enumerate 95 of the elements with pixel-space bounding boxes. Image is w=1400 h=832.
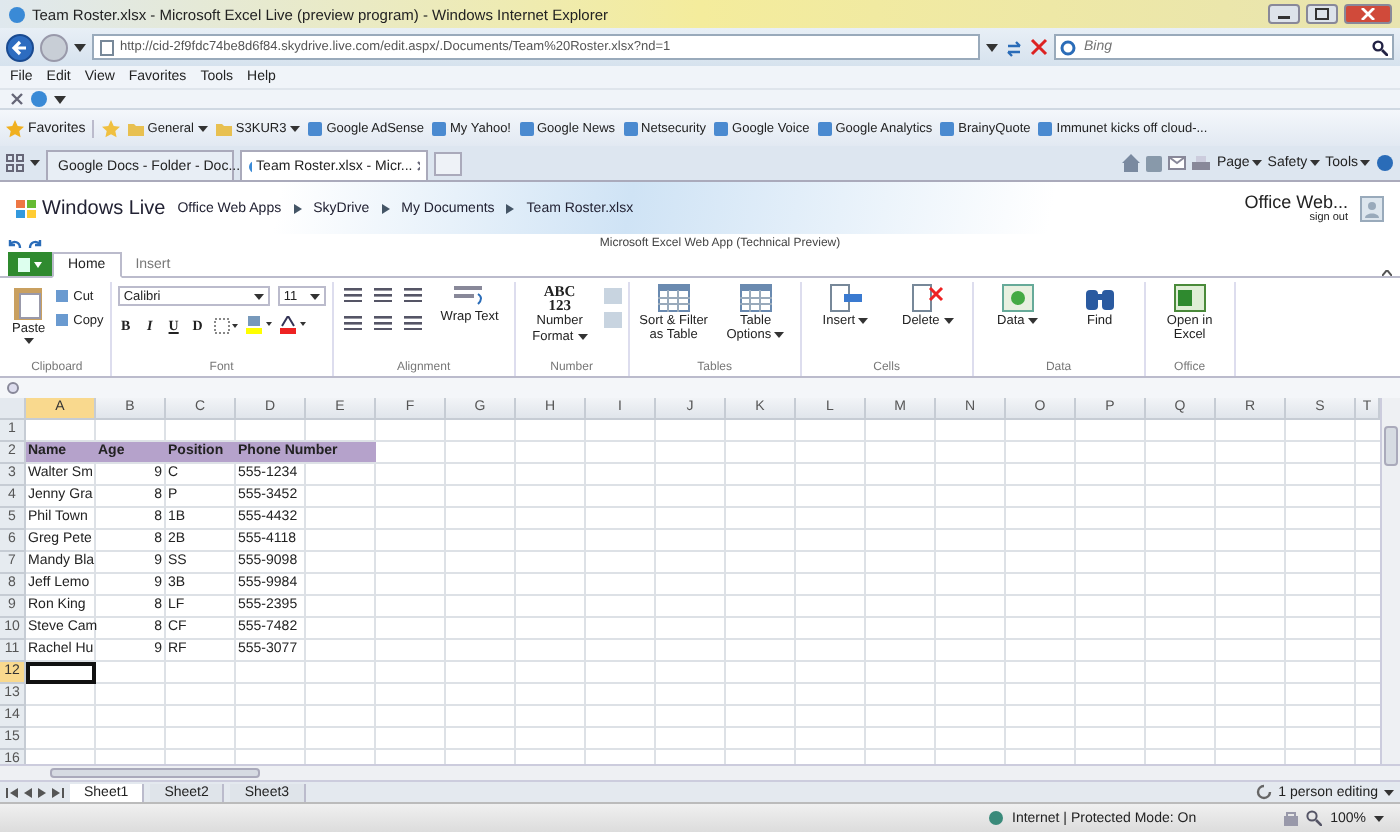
minimize-button[interactable] bbox=[1268, 4, 1300, 24]
caret-icon bbox=[1251, 160, 1262, 166]
caret-icon bbox=[774, 332, 785, 339]
close-icon[interactable] bbox=[10, 92, 24, 106]
delete-cells-icon bbox=[911, 284, 944, 312]
back-button[interactable] bbox=[6, 33, 34, 61]
caret-icon bbox=[577, 333, 588, 340]
undo-icon[interactable] bbox=[8, 237, 22, 249]
function-icon[interactable] bbox=[6, 382, 20, 394]
stop-icon[interactable] bbox=[1030, 38, 1048, 56]
binoculars-icon bbox=[1083, 284, 1116, 312]
star-icon bbox=[6, 119, 24, 137]
caret-icon[interactable] bbox=[74, 43, 86, 51]
copy-icon bbox=[53, 312, 70, 328]
caret-icon bbox=[290, 125, 301, 131]
grid-icon bbox=[18, 257, 42, 271]
caret-icon bbox=[943, 318, 954, 324]
first-sheet-icon[interactable] bbox=[6, 787, 18, 797]
last-sheet-icon[interactable] bbox=[52, 787, 64, 797]
caret-icon bbox=[858, 318, 869, 324]
magnifier-icon[interactable] bbox=[1306, 810, 1323, 826]
align-icon[interactable] bbox=[373, 316, 392, 330]
scroll-thumb[interactable] bbox=[1384, 426, 1398, 466]
caret-icon[interactable] bbox=[986, 43, 998, 51]
globe-icon bbox=[8, 5, 26, 23]
globe-icon bbox=[248, 159, 253, 173]
quick-tabs-icon[interactable] bbox=[6, 154, 24, 172]
help-icon[interactable] bbox=[1376, 154, 1394, 172]
folder-icon bbox=[215, 121, 232, 135]
horizontal-scrollbar[interactable] bbox=[0, 764, 1400, 780]
scroll-thumb[interactable] bbox=[50, 768, 260, 778]
page-icon bbox=[100, 39, 114, 55]
insert-cells-icon bbox=[829, 284, 862, 312]
brand-name: Windows Live bbox=[42, 197, 166, 219]
caret-icon[interactable] bbox=[54, 95, 66, 103]
maximize-icon bbox=[1314, 8, 1330, 20]
font-color-icon[interactable] bbox=[279, 316, 306, 334]
caret-icon[interactable] bbox=[1374, 815, 1384, 821]
printer-icon[interactable] bbox=[1192, 155, 1211, 171]
align-icon[interactable] bbox=[343, 288, 362, 302]
site-icon bbox=[940, 121, 955, 135]
mail-icon[interactable] bbox=[1168, 156, 1187, 170]
site-icon bbox=[623, 121, 638, 135]
caret-icon bbox=[1309, 160, 1320, 166]
vertical-scrollbar[interactable] bbox=[1380, 398, 1400, 764]
site-icon bbox=[308, 121, 323, 135]
arrow-left-icon bbox=[10, 37, 30, 57]
scissors-icon bbox=[53, 288, 70, 304]
chevron-icon bbox=[506, 203, 515, 213]
align-icon[interactable] bbox=[403, 288, 422, 302]
borders-icon[interactable] bbox=[213, 317, 238, 333]
maximize-button[interactable] bbox=[1306, 4, 1338, 24]
refresh-data-icon bbox=[1001, 284, 1034, 312]
home-icon[interactable] bbox=[1122, 154, 1141, 172]
fill-color-icon[interactable] bbox=[245, 316, 272, 334]
site-icon bbox=[1038, 121, 1053, 135]
file-menu-button[interactable] bbox=[8, 252, 52, 276]
spreadsheet-icon bbox=[1173, 284, 1206, 312]
refresh-icon[interactable] bbox=[1004, 37, 1024, 57]
caret-icon[interactable] bbox=[1384, 789, 1394, 795]
align-icon[interactable] bbox=[373, 288, 392, 302]
caret-icon bbox=[1360, 160, 1370, 166]
site-icon bbox=[714, 121, 729, 135]
align-icon[interactable] bbox=[403, 316, 422, 330]
windows-logo-icon bbox=[16, 199, 36, 217]
selected-cell[interactable] bbox=[26, 662, 96, 684]
caret-icon bbox=[23, 338, 34, 344]
search-icon[interactable] bbox=[1372, 39, 1388, 55]
align-icon[interactable] bbox=[343, 316, 362, 330]
caret-icon bbox=[1028, 318, 1039, 324]
table-icon bbox=[657, 284, 690, 312]
caret-icon bbox=[309, 293, 320, 299]
spinner-icon bbox=[1256, 784, 1273, 800]
previous-sheet-icon[interactable] bbox=[24, 787, 32, 797]
next-sheet-icon[interactable] bbox=[38, 787, 46, 797]
account-menu[interactable]: Office Web... bbox=[1244, 192, 1348, 212]
folder-icon bbox=[127, 121, 144, 135]
site-icon bbox=[817, 121, 832, 135]
collapse-icon[interactable] bbox=[1382, 270, 1392, 276]
clipboard-icon bbox=[12, 284, 45, 320]
caret-icon bbox=[253, 293, 264, 299]
site-icon bbox=[432, 121, 447, 135]
close-icon bbox=[1360, 8, 1376, 20]
globe-icon[interactable] bbox=[30, 90, 48, 108]
redo-icon[interactable] bbox=[28, 237, 42, 249]
chevron-icon bbox=[293, 203, 302, 213]
close-button[interactable] bbox=[1344, 4, 1392, 24]
wrap-icon bbox=[453, 284, 486, 308]
bing-icon bbox=[1060, 39, 1076, 55]
site-icon bbox=[519, 121, 533, 135]
caret-icon[interactable] bbox=[30, 160, 40, 166]
chevron-icon bbox=[381, 203, 390, 213]
table-icon bbox=[739, 284, 772, 312]
globe-icon bbox=[988, 810, 1004, 826]
caret-icon bbox=[197, 125, 208, 131]
